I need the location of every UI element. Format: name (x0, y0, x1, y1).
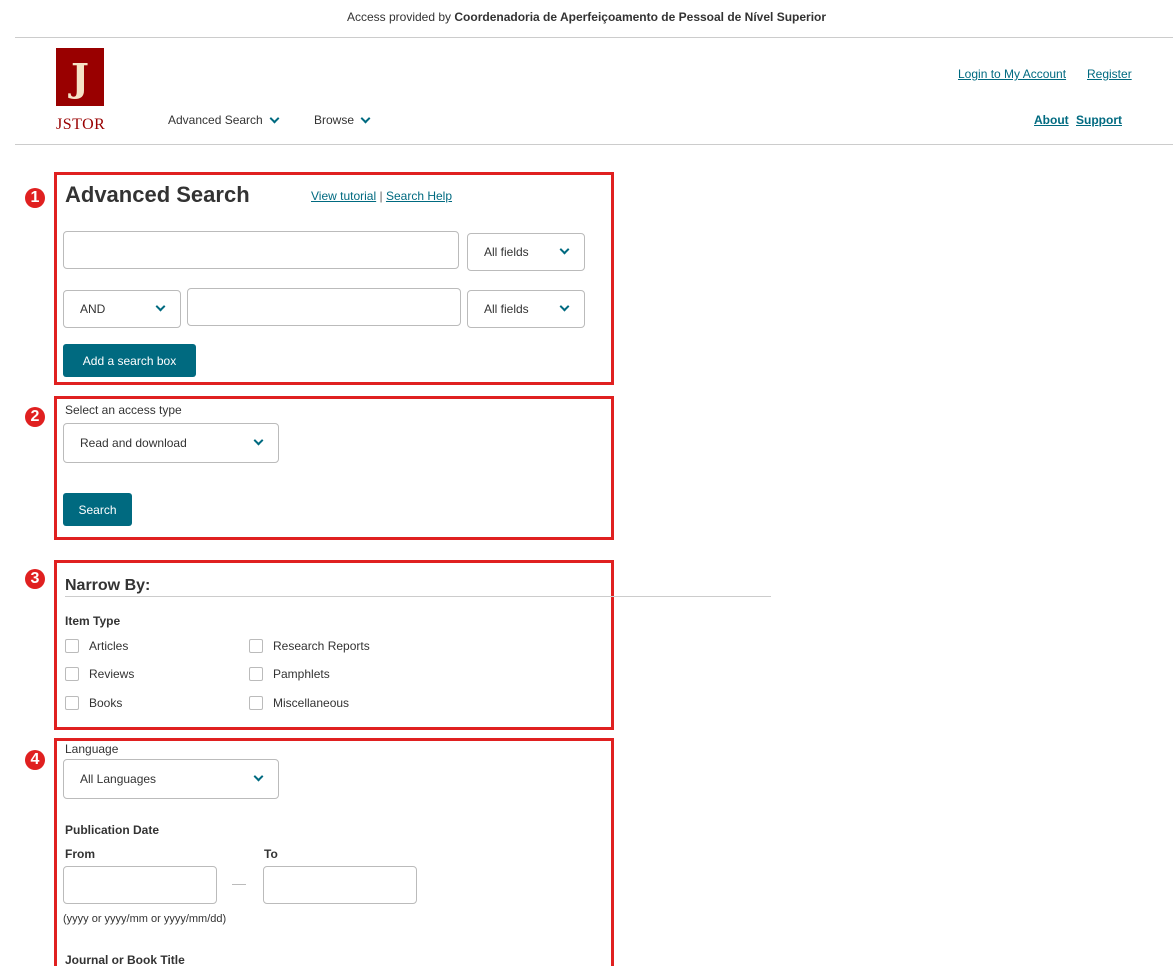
search-button[interactable]: Search (63, 493, 132, 526)
from-label: From (65, 847, 95, 861)
annotation-badge-2: 2 (25, 407, 45, 427)
checkbox-box[interactable] (249, 639, 263, 653)
journal-title-label: Journal or Book Title (65, 953, 185, 966)
view-tutorial-link[interactable]: View tutorial (311, 189, 376, 203)
search-input-2[interactable] (187, 288, 461, 326)
language-label: Language (65, 742, 119, 756)
to-label: To (264, 847, 278, 861)
chevron-down-icon (253, 435, 264, 446)
checkbox-box[interactable] (249, 696, 263, 710)
chevron-down-icon (155, 301, 166, 312)
checkbox-label: Reviews (89, 667, 135, 681)
link-separator: | (379, 189, 383, 203)
chevron-down-icon (559, 301, 570, 312)
checkbox-articles[interactable]: Articles (65, 639, 128, 653)
page-title: Advanced Search (65, 182, 250, 207)
annotation-badge-3: 3 (25, 569, 45, 589)
jstor-logo-icon: J (56, 48, 104, 106)
field-select-2-value: All fields (484, 302, 529, 316)
date-to-input[interactable] (263, 866, 417, 904)
field-select-1-value: All fields (484, 245, 529, 259)
divider (15, 37, 1173, 38)
language-select[interactable]: All Languages (63, 759, 279, 799)
nav-advanced-search-label: Advanced Search (168, 113, 263, 127)
help-links: View tutorial | Search Help (311, 189, 452, 203)
checkbox-miscellaneous[interactable]: Miscellaneous (249, 696, 349, 710)
nav-advanced-search[interactable]: Advanced Search (168, 113, 280, 127)
language-select-value: All Languages (80, 772, 157, 786)
checkbox-label: Pamphlets (273, 667, 330, 681)
annotation-box-access (54, 396, 614, 540)
nav-browse-label: Browse (314, 113, 355, 127)
chevron-down-icon (253, 771, 264, 782)
nav-browse[interactable]: Browse (314, 113, 371, 127)
login-link[interactable]: Login to My Account (958, 67, 1066, 81)
narrow-by-heading: Narrow By: (65, 577, 151, 594)
checkbox-box[interactable] (65, 696, 79, 710)
access-bar: Access provided by Coordenadoria de Aper… (0, 0, 1173, 36)
logo-text: JSTOR (56, 116, 106, 133)
register-link[interactable]: Register (1087, 67, 1132, 81)
checkbox-box[interactable] (65, 667, 79, 681)
chevron-down-icon (559, 244, 570, 255)
field-select-1[interactable]: All fields (467, 233, 585, 271)
access-type-label: Select an access type (65, 403, 182, 417)
access-prefix: Access provided by (346, 10, 452, 24)
annotation-badge-4: 4 (25, 750, 45, 770)
checkbox-box[interactable] (65, 639, 79, 653)
chevron-down-icon (269, 113, 280, 123)
annotation-badge-1: 1 (25, 188, 45, 208)
checkbox-label: Miscellaneous (273, 696, 350, 710)
checkbox-pamphlets[interactable]: Pamphlets (249, 667, 330, 681)
checkbox-box[interactable] (249, 667, 263, 681)
institution-name: Coordenadoria de Aperfeiçoamento de Pess… (454, 10, 827, 24)
access-type-value: Read and download (80, 436, 187, 450)
publication-date-label: Publication Date (65, 823, 160, 837)
divider (65, 596, 771, 597)
checkbox-research-reports[interactable]: Research Reports (249, 639, 370, 653)
add-search-box-button[interactable]: Add a search box (63, 344, 196, 377)
date-range-dash (232, 884, 246, 885)
checkbox-label: Articles (89, 639, 129, 653)
date-format-hint: (yyyy or yyyy/mm or yyyy/mm/dd) (63, 913, 227, 925)
operator-select[interactable]: AND (63, 290, 181, 328)
header-divider (15, 144, 1173, 145)
checkbox-reviews[interactable]: Reviews (65, 667, 134, 681)
field-select-2[interactable]: All fields (467, 290, 585, 328)
search-input-1[interactable] (63, 231, 459, 269)
access-type-select[interactable]: Read and download (63, 423, 279, 463)
jstor-logo[interactable]: J JSTOR (56, 48, 108, 134)
search-help-link[interactable]: Search Help (386, 189, 452, 203)
chevron-down-icon (360, 113, 371, 123)
about-link[interactable]: About (1034, 113, 1069, 127)
date-from-input[interactable] (63, 866, 217, 904)
checkbox-books[interactable]: Books (65, 696, 122, 710)
checkbox-label: Books (89, 696, 123, 710)
support-link[interactable]: Support (1076, 113, 1122, 127)
item-type-label: Item Type (65, 614, 121, 628)
checkbox-label: Research Reports (273, 639, 370, 653)
operator-select-value: AND (80, 302, 106, 316)
